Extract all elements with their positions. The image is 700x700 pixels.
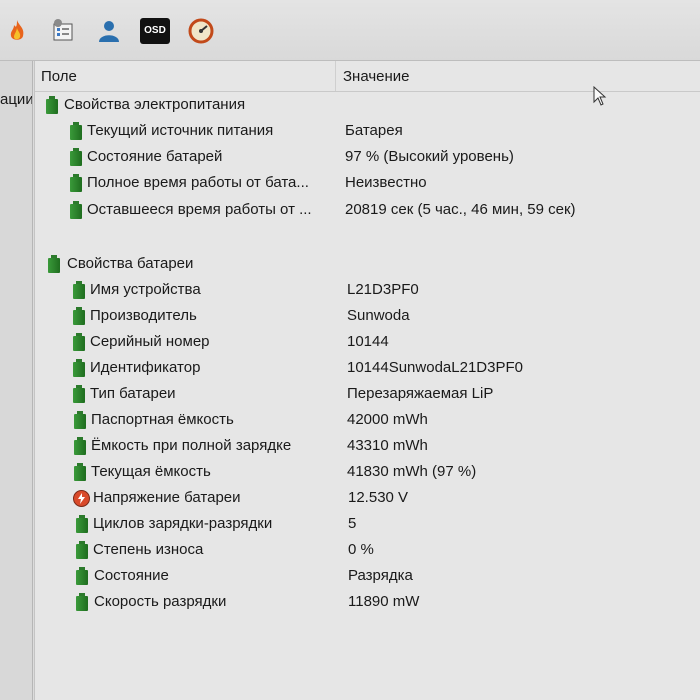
field-value: Разрядка <box>348 567 413 584</box>
battery-icon <box>69 174 83 192</box>
battery-icon <box>72 385 86 403</box>
list-item[interactable]: Ёмкость при полной зарядке 43310 mWh <box>35 434 700 458</box>
user-icon[interactable] <box>96 18 122 44</box>
list-item[interactable]: Степень износа 0 % <box>35 538 700 562</box>
field-label: Идентификатор <box>90 359 201 376</box>
column-divider[interactable] <box>335 61 336 91</box>
battery-icon <box>69 201 83 219</box>
column-value-header[interactable]: Значение <box>343 68 410 85</box>
field-value: 10144SunwodaL21D3PF0 <box>347 359 523 376</box>
section-title: Свойства электропитания <box>64 96 246 113</box>
section-title: Свойства батареи <box>67 255 194 272</box>
field-label: Паспортная ёмкость <box>91 411 234 428</box>
voltage-icon <box>73 490 90 507</box>
battery-icon <box>75 515 89 533</box>
battery-icon <box>72 359 86 377</box>
battery-icon <box>72 281 86 299</box>
section-battery-properties[interactable]: Свойства батареи <box>35 252 700 276</box>
system-icon[interactable] <box>50 18 76 44</box>
field-label: Оставшееся время работы от ... <box>87 201 312 218</box>
list-item[interactable]: Циклов зарядки-разрядки 5 <box>35 512 700 536</box>
field-label: Состояние <box>94 567 169 584</box>
field-value: 97 % (Высокий уровень) <box>345 148 514 165</box>
field-value: Батарея <box>345 122 403 139</box>
field-value: 12.530 V <box>348 489 409 506</box>
battery-icon <box>72 307 86 325</box>
field-label: Производитель <box>90 307 197 324</box>
field-value: 20819 сек (5 час., 46 мин, 59 сек) <box>345 201 576 218</box>
list-item[interactable]: Текущий источник питания Батарея <box>35 119 700 143</box>
field-label: Циклов зарядки-разрядки <box>93 515 273 532</box>
battery-icon <box>72 333 86 351</box>
field-label: Напряжение батареи <box>93 489 241 506</box>
list-item[interactable]: Текущая ёмкость 41830 mWh (97 %) <box>35 460 700 484</box>
nav-item-label[interactable]: ации <box>0 91 32 108</box>
field-value: Неизвестно <box>345 174 427 191</box>
toolbar: OSD <box>0 0 700 61</box>
field-value: 42000 mWh <box>347 411 428 428</box>
list-item[interactable]: Серийный номер 10144 <box>35 330 700 354</box>
list-item[interactable]: Состояние батарей 97 % (Высокий уровень) <box>35 145 700 169</box>
field-label: Полное время работы от бата... <box>87 174 309 191</box>
field-label: Ёмкость при полной зарядке <box>91 437 292 454</box>
battery-icon <box>45 96 59 114</box>
field-value: 0 % <box>348 541 374 558</box>
field-value: L21D3PF0 <box>347 281 419 298</box>
field-value: 5 <box>348 515 357 532</box>
battery-icon <box>75 593 89 611</box>
list-item[interactable]: Напряжение батареи 12.530 V <box>35 486 700 510</box>
field-value: 11890 mW <box>348 593 420 610</box>
list-item[interactable]: Скорость разрядки 11890 mW <box>35 590 700 614</box>
list-item[interactable]: Идентификатор 10144SunwodaL21D3PF0 <box>35 356 700 380</box>
battery-icon <box>75 541 89 559</box>
gauge-icon[interactable] <box>188 18 214 44</box>
list-item[interactable]: Оставшееся время работы от ... 20819 сек… <box>35 198 700 222</box>
field-label: Скорость разрядки <box>94 593 227 610</box>
list-item[interactable]: Паспортная ёмкость 42000 mWh <box>35 408 700 432</box>
field-label: Тип батареи <box>90 385 176 402</box>
field-value: 41830 mWh (97 %) <box>347 463 477 480</box>
mouse-cursor-icon <box>593 85 607 106</box>
battery-icon <box>73 463 87 481</box>
list-item[interactable]: Производитель Sunwoda <box>35 304 700 328</box>
battery-icon <box>69 122 83 140</box>
battery-icon <box>73 437 87 455</box>
fire-icon[interactable] <box>4 18 30 44</box>
battery-icon <box>47 255 61 273</box>
navigation-pane[interactable]: ации <box>0 61 33 700</box>
field-value: Перезаряжаемая LiP <box>347 385 494 402</box>
field-label: Имя устройства <box>90 281 201 298</box>
field-label: Серийный номер <box>90 333 210 350</box>
battery-icon <box>75 567 89 585</box>
field-label: Степень износа <box>93 541 204 558</box>
field-value: 10144 <box>347 333 389 350</box>
battery-icon <box>69 148 83 166</box>
osd-icon[interactable]: OSD <box>140 18 170 44</box>
list-item[interactable]: Состояние Разрядка <box>35 564 700 588</box>
details-list: Поле Значение Свойства электропитания Те… <box>34 61 700 700</box>
field-value: 43310 mWh <box>347 437 428 454</box>
column-field-header[interactable]: Поле <box>41 68 77 85</box>
field-value: Sunwoda <box>347 307 410 324</box>
field-label: Текущая ёмкость <box>91 463 211 480</box>
list-item[interactable]: Имя устройства L21D3PF0 <box>35 278 700 302</box>
list-item[interactable]: Полное время работы от бата... Неизвестн… <box>35 171 700 195</box>
field-label: Текущий источник питания <box>87 122 274 139</box>
list-item[interactable]: Тип батареи Перезаряжаемая LiP <box>35 382 700 406</box>
battery-icon <box>73 411 87 429</box>
field-label: Состояние батарей <box>87 148 223 165</box>
